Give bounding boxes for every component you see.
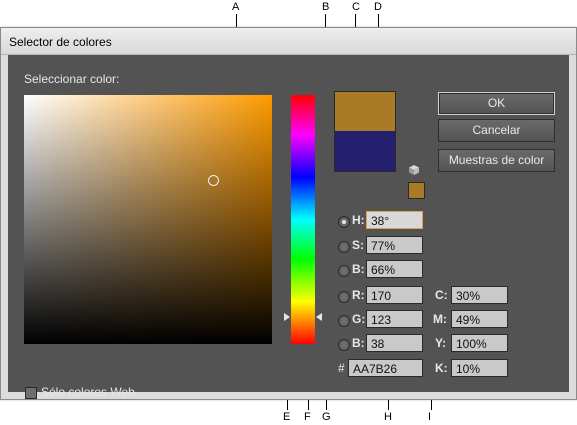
black-label: K:	[435, 361, 448, 375]
saturation-label: S:	[352, 238, 364, 252]
color-field[interactable]	[24, 95, 272, 344]
red-radio[interactable]	[338, 291, 350, 303]
web-colors-only-checkbox[interactable]	[25, 387, 37, 399]
color-field-picker-ring[interactable]	[208, 175, 219, 186]
callout-c: C	[352, 1, 360, 13]
callout-h: H	[384, 411, 392, 423]
green-label: G:	[352, 312, 366, 326]
saturation-radio[interactable]	[338, 241, 350, 253]
out-of-gamut-cube-icon[interactable]	[409, 165, 419, 175]
cancel-button[interactable]: Cancelar	[438, 119, 555, 142]
callout-g: G	[322, 411, 331, 423]
yellow-label: Y:	[435, 336, 447, 350]
web-colors-only-label: Sólo colores Web	[41, 385, 135, 399]
magenta-label: M:	[433, 312, 447, 326]
title-bar[interactable]: Selector de colores	[1, 28, 576, 55]
brightness-label: B:	[352, 262, 365, 276]
color-swatch-box	[334, 91, 396, 172]
color-picker-dialog: Selector de colores Seleccionar color: O…	[0, 27, 577, 400]
blue-label: B:	[352, 336, 365, 350]
callout-b: B	[322, 1, 330, 13]
cyan-input[interactable]: 30%	[451, 286, 508, 304]
ok-button[interactable]: OK	[438, 92, 555, 115]
hex-label: #	[338, 361, 345, 375]
original-color-swatch[interactable]	[335, 131, 395, 171]
hue-slider-left-arrow[interactable]	[284, 313, 290, 321]
yellow-input[interactable]: 100%	[451, 334, 508, 352]
callout-e: E	[283, 411, 291, 423]
brightness-radio[interactable]	[338, 265, 350, 277]
web-safe-swatch[interactable]	[408, 182, 425, 199]
dialog-panel: Seleccionar color: OK Cancelar Muestras …	[8, 55, 569, 399]
callout-d: D	[374, 1, 382, 13]
hue-radio[interactable]	[338, 216, 350, 228]
hue-input[interactable]: 38°	[366, 211, 423, 229]
hue-label: H:	[352, 213, 365, 227]
green-radio[interactable]	[338, 315, 350, 327]
magenta-input[interactable]: 49%	[451, 310, 508, 328]
callout-i: I	[428, 411, 432, 423]
window-title: Selector de colores	[9, 35, 112, 49]
saturation-input[interactable]: 77%	[366, 236, 423, 254]
cyan-label: C:	[435, 288, 448, 302]
hue-slider-right-arrow[interactable]	[316, 313, 322, 321]
blue-radio[interactable]	[338, 339, 350, 351]
color-swatches-button[interactable]: Muestras de color	[438, 149, 555, 172]
hue-slider[interactable]	[291, 95, 315, 344]
select-color-label: Seleccionar color:	[24, 72, 120, 86]
callout-f: F	[304, 411, 311, 423]
new-color-swatch	[335, 92, 395, 131]
green-input[interactable]: 123	[366, 310, 423, 328]
callout-a: A	[232, 1, 240, 13]
blue-input[interactable]: 38	[366, 334, 423, 352]
black-input[interactable]: 10%	[451, 359, 508, 377]
hex-input[interactable]: AA7B26	[348, 359, 423, 377]
red-label: R:	[352, 288, 365, 302]
brightness-input[interactable]: 66%	[366, 260, 423, 278]
red-input[interactable]: 170	[366, 286, 423, 304]
